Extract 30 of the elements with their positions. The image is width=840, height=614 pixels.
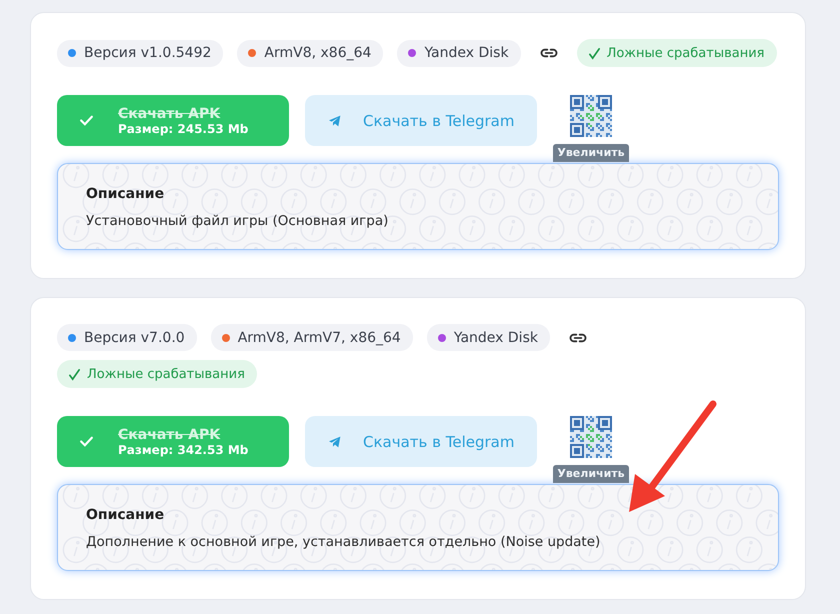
file-size: Размер: 245.53 Mb bbox=[118, 122, 248, 136]
telegram-button[interactable]: Скачать в Telegram bbox=[305, 95, 537, 146]
tag: Версия v7.0.0 bbox=[57, 324, 197, 351]
download-title: Скачать APK bbox=[118, 106, 222, 122]
paper-plane-icon bbox=[327, 434, 343, 450]
paper-plane-icon bbox=[327, 112, 343, 128]
check-icon bbox=[588, 46, 601, 60]
description-title: Описание bbox=[86, 507, 166, 523]
tag: ArmV8, ArmV7, x86_64 bbox=[210, 324, 413, 351]
description-text: Установочный файл игры (Основная игра) bbox=[86, 213, 390, 229]
status-badge: Ложные срабатывания bbox=[57, 360, 257, 388]
file-size: Размер: 342.53 Mb bbox=[118, 442, 248, 456]
tooltip: Увеличить bbox=[553, 144, 629, 162]
check-icon bbox=[79, 113, 94, 128]
download-button[interactable]: Скачать APK Размер: 342.53 Mb bbox=[57, 416, 289, 467]
download-button[interactable]: Скачать APK Размер: 245.53 Mb bbox=[57, 95, 289, 146]
qr-code[interactable] bbox=[570, 416, 612, 458]
tooltip: Увеличить bbox=[553, 465, 629, 483]
description-title: Описание bbox=[86, 186, 166, 202]
check-icon bbox=[68, 368, 81, 380]
tag: Yandex Disk bbox=[426, 324, 550, 351]
description-text: Дополнение к основной игре, устанавливается отдельно (Noise update) bbox=[86, 534, 602, 550]
tag: Yandex Disk bbox=[397, 40, 521, 66]
tag: ArmV8, x86_64 bbox=[237, 40, 384, 66]
status-badge: Ложные срабатывания bbox=[576, 39, 776, 67]
check-icon bbox=[79, 434, 94, 449]
tag: Версия v1.0.5492 bbox=[57, 40, 224, 66]
download-title: Скачать APK bbox=[118, 426, 222, 442]
telegram-button[interactable]: Скачать в Telegram bbox=[305, 416, 537, 467]
qr-code[interactable] bbox=[570, 95, 612, 137]
